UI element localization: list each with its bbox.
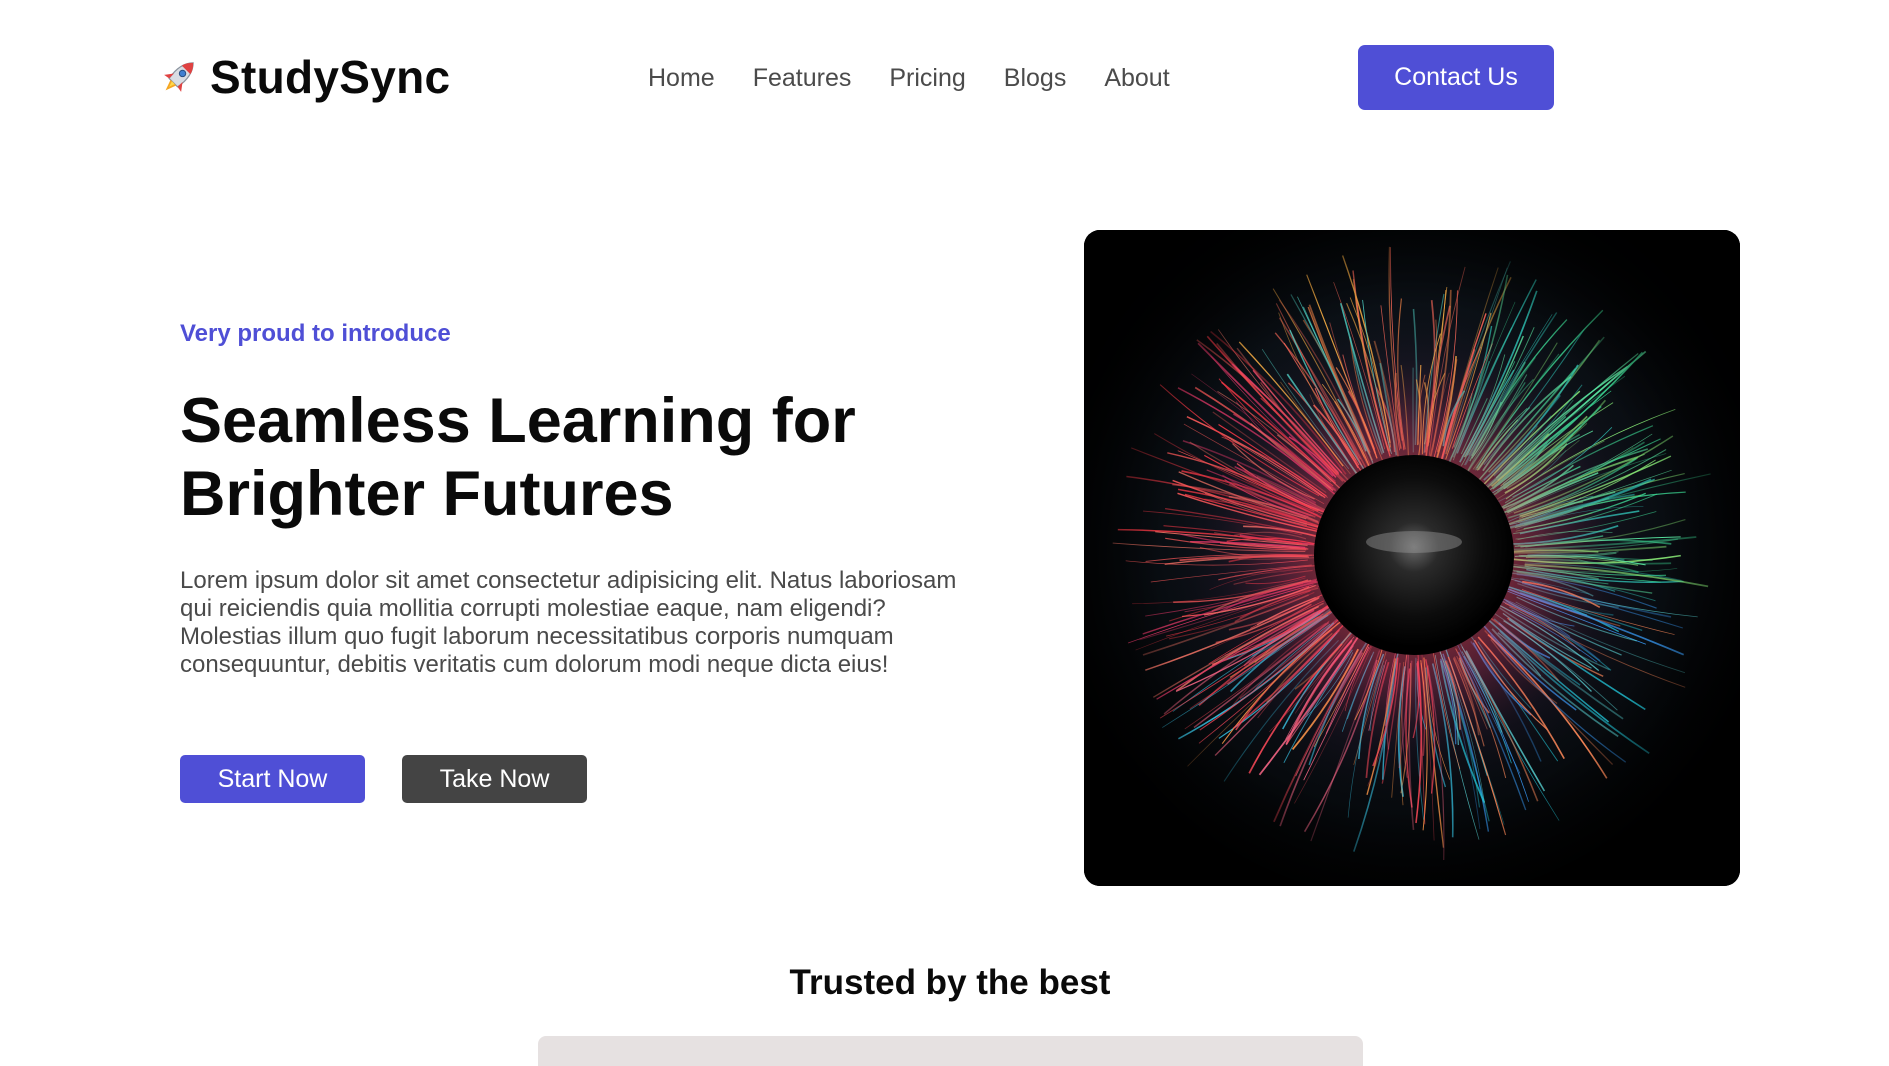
brand-name: StudySync bbox=[210, 51, 451, 103]
hero-title-line1: Seamless Learning for bbox=[180, 386, 856, 456]
start-now-button[interactable]: Start Now bbox=[180, 755, 365, 803]
brand-logo[interactable]: StudySync bbox=[156, 51, 451, 103]
iris-illustration bbox=[1084, 230, 1740, 886]
main-nav: Home Features Pricing Blogs About bbox=[648, 60, 1208, 96]
trusted-title: Trusted by the best bbox=[789, 963, 1111, 1002]
nav-link-home[interactable]: Home bbox=[648, 64, 715, 93]
take-now-button[interactable]: Take Now bbox=[402, 755, 587, 803]
trusted-logos-strip bbox=[538, 1036, 1363, 1066]
nav-link-about[interactable]: About bbox=[1104, 64, 1169, 93]
rocket-icon bbox=[156, 54, 202, 100]
nav-link-blogs[interactable]: Blogs bbox=[1004, 64, 1067, 93]
hero-eyebrow: Very proud to introduce bbox=[180, 320, 451, 347]
contact-us-button[interactable]: Contact Us bbox=[1358, 45, 1554, 110]
site-header: StudySync Home Features Pricing Blogs Ab… bbox=[0, 0, 1889, 156]
hero-title-line2: Brighter Futures bbox=[180, 459, 674, 529]
nav-link-features[interactable]: Features bbox=[753, 64, 852, 93]
hero-image bbox=[1084, 230, 1740, 886]
hero-description: Lorem ipsum dolor sit amet consectetur a… bbox=[180, 567, 957, 678]
nav-link-pricing[interactable]: Pricing bbox=[889, 64, 965, 93]
hero-title: Seamless Learning for Brighter Futures bbox=[180, 385, 940, 531]
